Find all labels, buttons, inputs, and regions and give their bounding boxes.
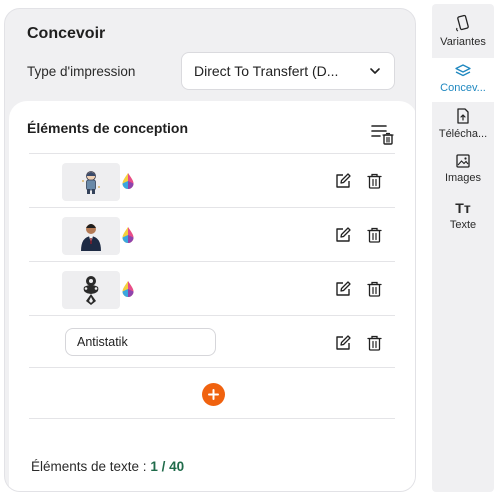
color-drop-icon — [122, 227, 134, 243]
design-thumbnail[interactable] — [62, 163, 120, 201]
counter-value: 1 / 40 — [150, 459, 185, 474]
print-type-select[interactable]: Direct To Transfert (D... — [181, 52, 395, 90]
sidebar-item-label: Télécha... — [438, 128, 488, 140]
edit-icon[interactable] — [335, 227, 351, 243]
chevron-down-icon — [370, 68, 380, 74]
phone-rotate-icon — [456, 14, 469, 32]
person-image — [81, 224, 101, 251]
sidebar-item-images[interactable]: Images — [432, 154, 494, 194]
text-element-row — [29, 315, 395, 369]
sidebar-item-design[interactable]: Concev... — [432, 58, 494, 102]
design-elements-title: Éléments de conception — [27, 120, 189, 136]
text-icon: Tт — [455, 200, 471, 216]
design-elements-card: Éléments de conception Antistatik Élémen… — [9, 101, 415, 491]
sidebar-item-text[interactable]: Tт Texte — [432, 200, 494, 240]
edit-icon[interactable] — [335, 335, 351, 351]
design-thumbnail[interactable] — [62, 217, 120, 255]
tool-sidebar: Variantes Concev... Télécha... Images Tт… — [432, 4, 494, 492]
trash-icon[interactable] — [367, 173, 382, 189]
sidebar-item-label: Images — [444, 172, 482, 184]
trash-icon[interactable] — [367, 281, 382, 297]
edit-icon[interactable] — [335, 173, 351, 189]
design-element-row — [29, 261, 395, 315]
edit-icon[interactable] — [335, 281, 351, 297]
character-image — [82, 171, 100, 194]
sidebar-item-variants[interactable]: Variantes — [432, 14, 494, 60]
add-element-button[interactable] — [202, 383, 225, 406]
layers-icon — [455, 64, 471, 77]
panel-title: Concevoir — [27, 25, 106, 42]
text-elements-counter: Éléments de texte : 1 / 40 — [31, 459, 184, 474]
design-thumbnail[interactable] — [62, 271, 120, 309]
print-type-value: Direct To Transfert (D... — [194, 63, 339, 79]
add-element-row — [29, 367, 395, 419]
trash-icon[interactable] — [367, 335, 382, 351]
design-element-row — [29, 153, 395, 207]
ornament-image — [83, 276, 99, 305]
text-element-input[interactable] — [65, 328, 216, 356]
sidebar-item-label: Concev... — [440, 82, 486, 94]
design-panel: Concevoir Type d'impression Direct To Tr… — [4, 8, 416, 492]
design-element-row — [29, 207, 395, 261]
color-drop-icon — [122, 173, 134, 189]
print-type-label: Type d'impression — [27, 64, 136, 79]
counter-label: Éléments de texte : — [31, 459, 151, 474]
color-drop-icon — [122, 281, 134, 297]
file-upload-icon — [457, 108, 469, 124]
trash-icon[interactable] — [367, 227, 382, 243]
plus-icon — [208, 389, 219, 400]
clear-list-icon[interactable] — [367, 119, 395, 147]
sidebar-item-upload[interactable]: Télécha... — [432, 108, 494, 150]
sidebar-item-label: Variantes — [440, 36, 486, 48]
image-icon — [456, 154, 470, 168]
sidebar-item-label: Texte — [449, 219, 477, 231]
